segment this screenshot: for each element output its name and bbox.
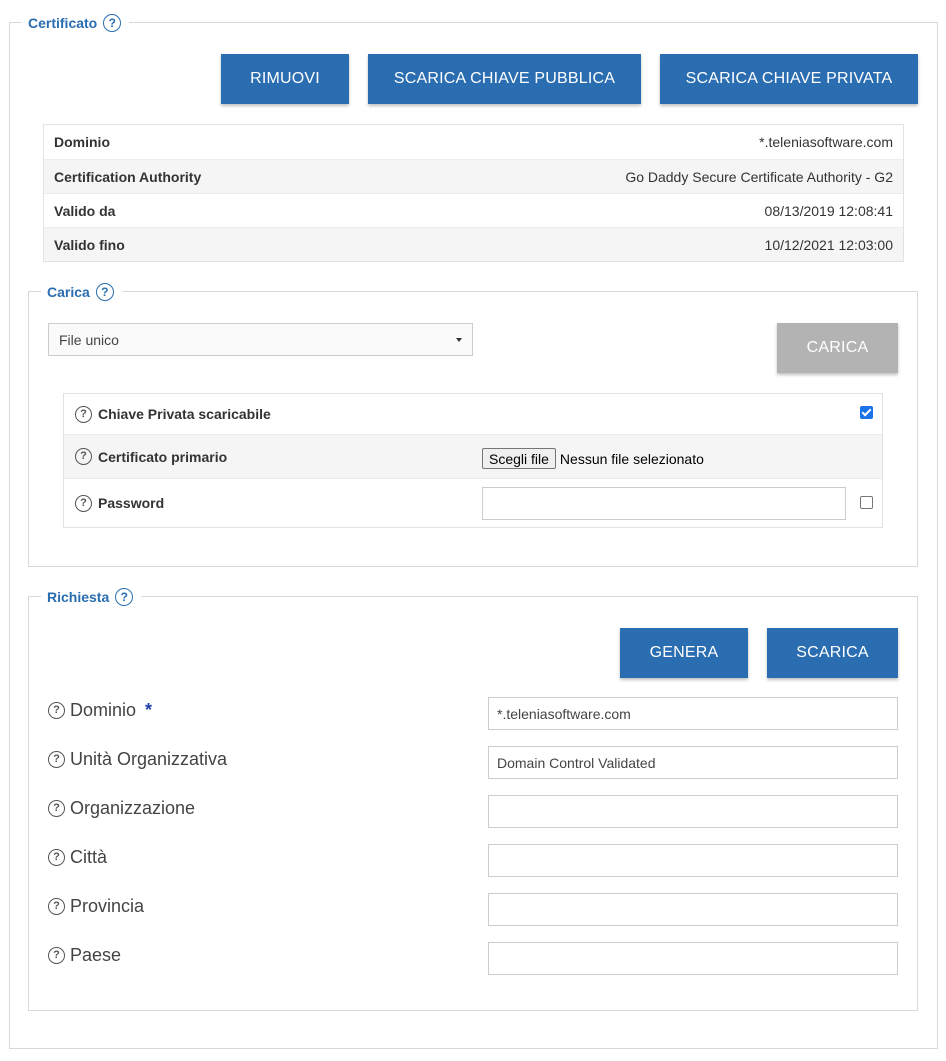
info-row-dominio: Dominio *.teleniasoftware.com [44, 125, 903, 159]
richiesta-title: Richiesta [47, 589, 110, 605]
certificate-info-table: Dominio *.teleniasoftware.com Certificat… [43, 124, 904, 262]
field-row-unita-organizzativa: ? Unità Organizzativa [48, 749, 227, 770]
file-type-select-value: File unico [59, 331, 119, 348]
certificato-title: Certificato [28, 15, 98, 31]
certificato-legend: Certificato ? [22, 12, 130, 34]
file-status-text: Nessun file selezionato [559, 450, 704, 467]
scarica-chiave-pubblica-button[interactable]: SCARICA CHIAVE PUBBLICA [368, 54, 641, 104]
help-icon[interactable]: ? [48, 898, 65, 915]
field-row-organizzazione: ? Organizzazione [48, 798, 195, 819]
help-icon[interactable]: ? [103, 14, 122, 32]
password-input[interactable] [482, 487, 846, 520]
required-marker: * [145, 700, 153, 720]
help-icon[interactable]: ? [48, 751, 65, 768]
help-icon[interactable]: ? [75, 405, 92, 423]
info-value: 10/12/2021 12:03:00 [764, 236, 893, 253]
carica-button[interactable]: CARICA [777, 323, 898, 373]
info-label: Valido da [54, 202, 116, 219]
help-icon[interactable]: ? [75, 494, 92, 512]
field-label: Paese [70, 945, 122, 965]
carica-legend: Carica ? [41, 281, 122, 303]
scarica-button[interactable]: SCARICA [767, 628, 898, 678]
help-icon[interactable]: ? [95, 283, 114, 301]
rimuovi-button[interactable]: RIMUOVI [221, 54, 349, 104]
help-icon[interactable]: ? [48, 800, 65, 817]
field-label: Dominio [70, 700, 137, 720]
option-label: Chiave Privata scaricabile [98, 406, 271, 422]
genera-button[interactable]: GENERA [620, 628, 748, 678]
field-row-paese: ? Paese [48, 945, 121, 966]
option-label: Certificato primario [98, 448, 228, 465]
field-row-provincia: ? Provincia [48, 896, 144, 917]
option-label: Password [98, 495, 165, 511]
dominio-input[interactable]: *.teleniasoftware.com [488, 697, 898, 730]
upload-options-table: ? Chiave Privata scaricabile ? Certifica… [63, 393, 883, 528]
field-label: Organizzazione [70, 798, 196, 818]
option-password: ? Password [64, 478, 882, 527]
help-icon[interactable]: ? [48, 849, 65, 866]
file-type-select[interactable]: File unico [48, 323, 473, 356]
organizzazione-input[interactable] [488, 795, 898, 828]
field-label: Provincia [70, 896, 145, 916]
field-label: Città [70, 847, 108, 867]
help-icon[interactable]: ? [48, 947, 65, 964]
info-row-certification-authority: Certification Authority Go Daddy Secure … [44, 159, 903, 193]
help-icon[interactable]: ? [115, 588, 134, 606]
unita-organizzativa-input[interactable]: Domain Control Validated [488, 746, 898, 779]
password-checkbox[interactable] [860, 496, 873, 509]
paese-input[interactable] [488, 942, 898, 975]
richiesta-legend: Richiesta ? [41, 586, 142, 608]
field-row-citta: ? Città [48, 847, 107, 868]
caret-down-icon [456, 337, 462, 342]
info-row-valido-fino: Valido fino 10/12/2021 12:03:00 [44, 227, 903, 261]
field-label: Unità Organizzativa [70, 749, 228, 769]
field-row-dominio: ? Dominio * [48, 700, 152, 721]
info-value: *.teleniasoftware.com [759, 134, 893, 150]
carica-title: Carica [47, 284, 90, 300]
option-chiave-privata-scaricabile: ? Chiave Privata scaricabile [64, 394, 882, 434]
info-label: Valido fino [54, 236, 125, 253]
scarica-chiave-privata-button[interactable]: SCARICA CHIAVE PRIVATA [660, 54, 918, 104]
chiave-privata-checkbox[interactable] [860, 406, 873, 419]
info-label: Dominio [54, 134, 110, 150]
citta-input[interactable] [488, 844, 898, 877]
option-certificato-primario: ? Certificato primario Scegli file Nessu… [64, 434, 882, 478]
info-row-valido-da: Valido da 08/13/2019 12:08:41 [44, 193, 903, 227]
scegli-file-button[interactable]: Scegli file [482, 448, 556, 469]
info-value: 08/13/2019 12:08:41 [764, 202, 893, 219]
info-value: Go Daddy Secure Certificate Authority - … [625, 168, 893, 185]
help-icon[interactable]: ? [75, 448, 92, 465]
provincia-input[interactable] [488, 893, 898, 926]
help-icon[interactable]: ? [48, 702, 65, 719]
info-label: Certification Authority [54, 168, 202, 185]
file-picker: Scegli file Nessun file selezionato [482, 448, 704, 469]
